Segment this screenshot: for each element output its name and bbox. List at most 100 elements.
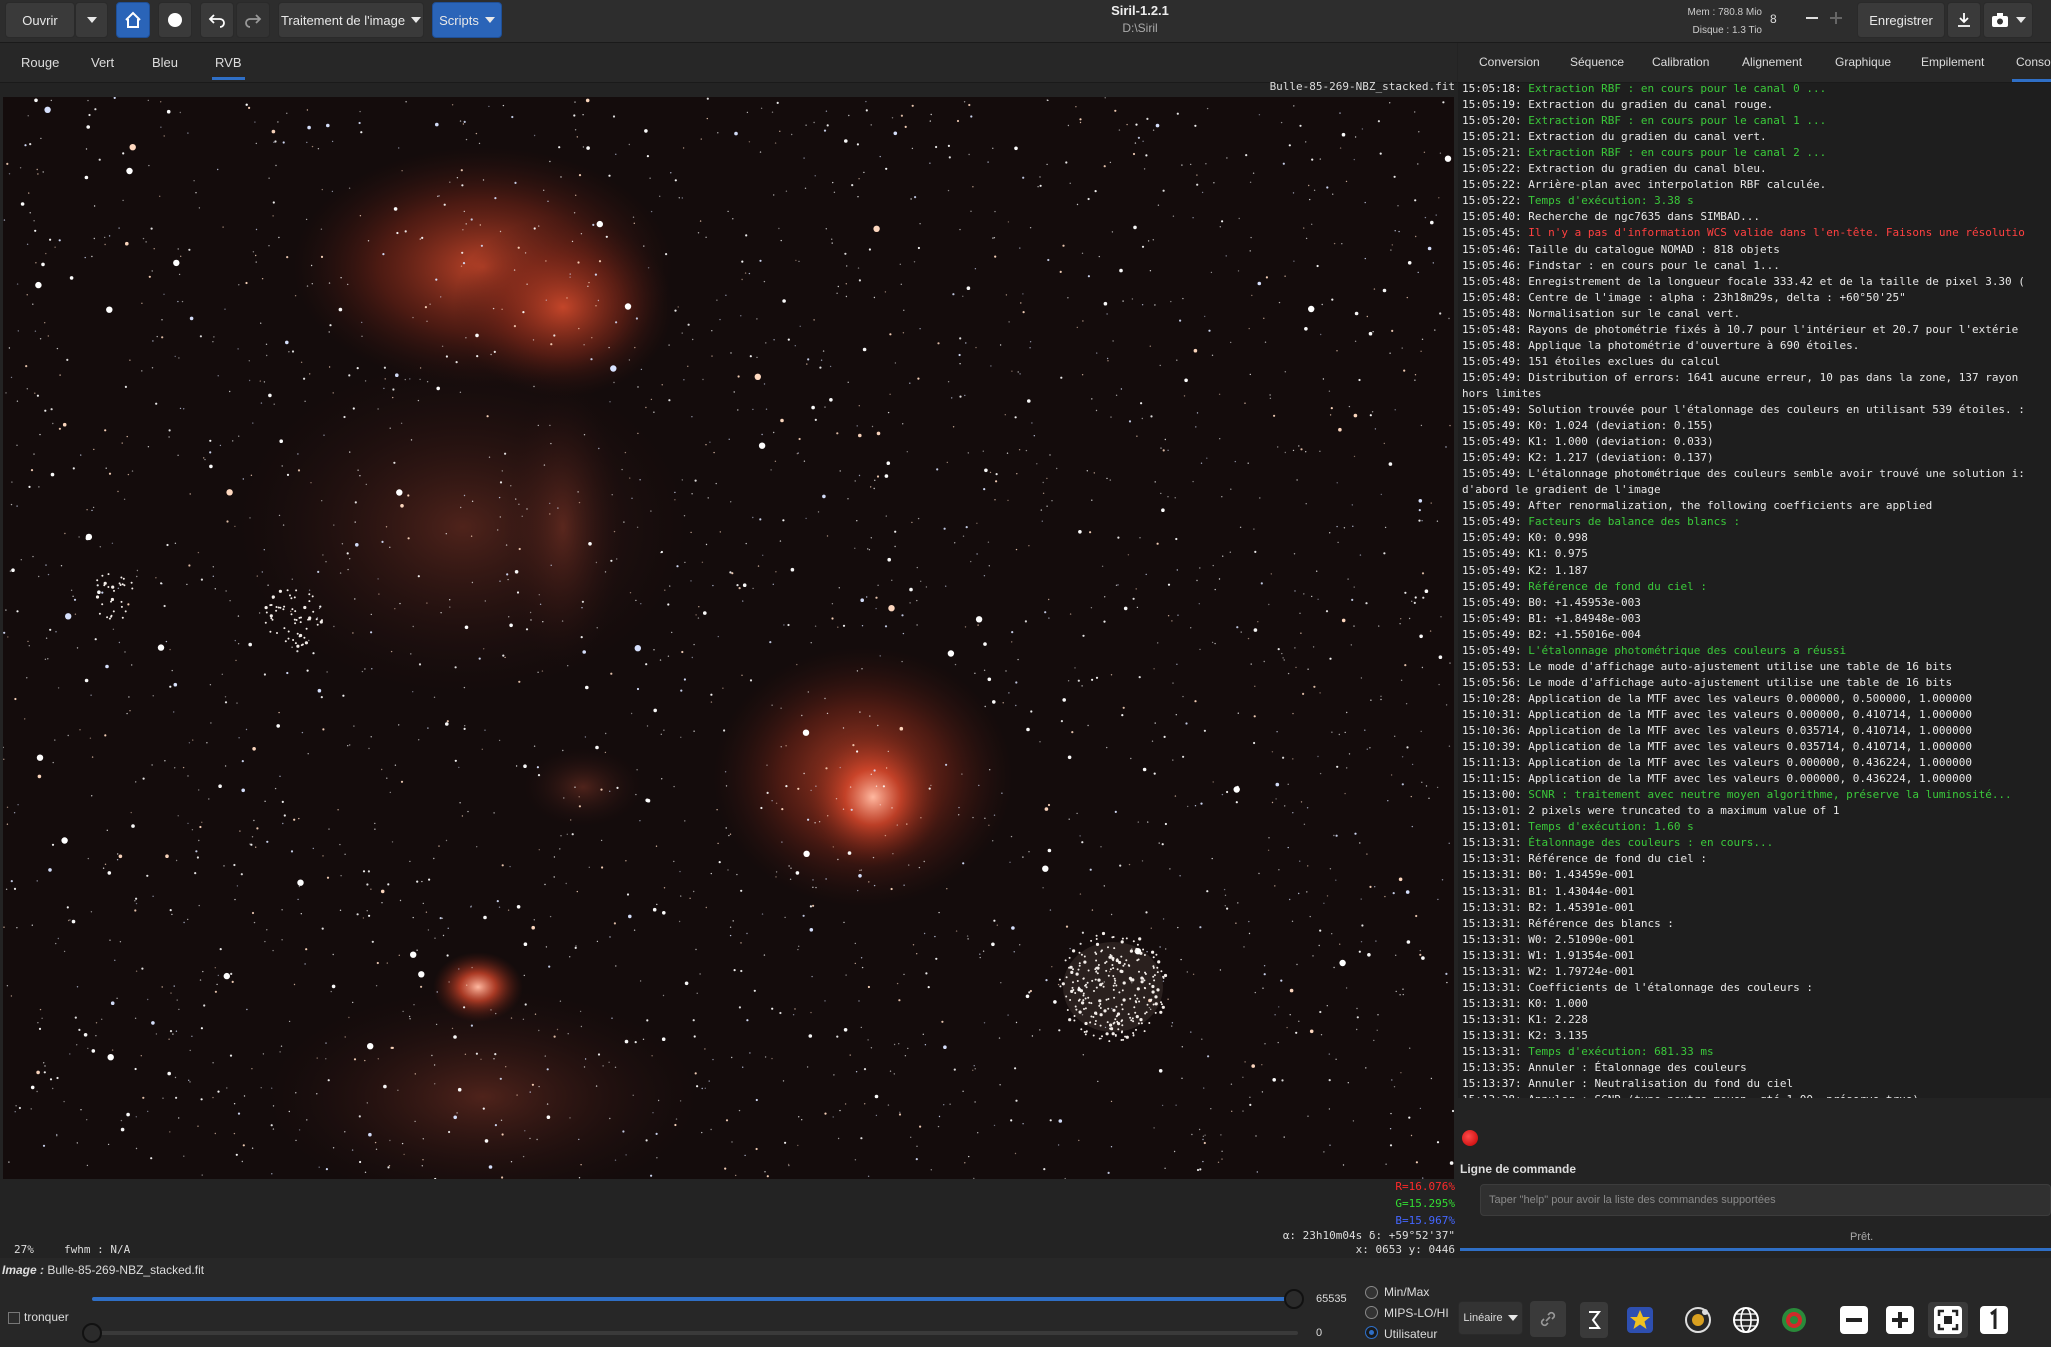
console-message: Extraction RBF : en cours pour le canal … xyxy=(1528,146,1827,160)
open-recent-dropdown[interactable] xyxy=(75,2,108,38)
high-slider-track[interactable] xyxy=(92,1297,1298,1301)
zoom-fit-button[interactable] xyxy=(1928,1302,1968,1338)
open-button[interactable]: Ouvrir xyxy=(5,2,75,38)
sky-coordinates: α: 23h10m04s δ: +59°52'37" xyxy=(1282,1229,1455,1242)
console-line: 15:05:49: Facteurs de balance des blancs… xyxy=(1462,514,1740,530)
radio-minmax[interactable] xyxy=(1365,1286,1378,1299)
tab-blue[interactable]: Bleu xyxy=(152,55,178,70)
image-file: Bulle-85-269-NBZ_stacked.fit xyxy=(47,1263,205,1277)
console-message: B1: +1.84948e-003 xyxy=(1528,611,1641,625)
console-line: 15:13:31: W1: 1.91354e-001 xyxy=(1462,948,1634,964)
console-line: 15:13:00: SCNR : traitement avec neutre … xyxy=(1462,787,2012,803)
radio-mips[interactable] xyxy=(1365,1306,1378,1319)
console-timestamp: 15:05:49: xyxy=(1462,595,1522,609)
tab-red[interactable]: Rouge xyxy=(21,55,59,70)
plate-solve-button[interactable] xyxy=(1728,1302,1764,1338)
console-timestamp: 15:05:46: xyxy=(1462,242,1522,256)
console-timestamp: 15:05:49: xyxy=(1462,611,1522,625)
tab-calibration[interactable]: Calibration xyxy=(1652,55,1709,69)
console-timestamp: 15:05:22: xyxy=(1462,178,1522,192)
scripts-menu[interactable]: Scripts xyxy=(432,2,502,38)
console-timestamp: 15:13:31: xyxy=(1462,1045,1522,1058)
console-line: 15:13:31: K2: 3.135 xyxy=(1462,1028,1588,1044)
console-line: 15:05:49: K0: 1.024 (deviation: 0.155) xyxy=(1462,418,1714,434)
zoom-in-button[interactable] xyxy=(1882,1302,1918,1338)
console-message: Référence des blancs : xyxy=(1528,916,1674,930)
annotate-button[interactable] xyxy=(1680,1302,1716,1338)
tab-green[interactable]: Vert xyxy=(91,55,114,70)
pixel-coordinates: x: 0653 y: 0446 xyxy=(1355,1243,1455,1256)
chevron-down-icon xyxy=(2016,17,2026,23)
console-line: d'abord le gradient de l'image xyxy=(1462,482,1661,498)
header-bar: Ouvrir Traitement de l'image Scripts Sir… xyxy=(0,0,2051,43)
zoom-in-icon xyxy=(1886,1306,1914,1334)
star-detection-button[interactable] xyxy=(1622,1302,1658,1338)
radio-user[interactable] xyxy=(1365,1326,1378,1339)
photometry-button[interactable] xyxy=(1580,1302,1608,1338)
save-as-button[interactable] xyxy=(1947,2,1981,38)
image-processing-menu[interactable]: Traitement de l'image xyxy=(278,2,424,38)
console-message: W2: 1.79724e-001 xyxy=(1528,964,1635,978)
console-message: Application de la MTF avec les valeurs 0… xyxy=(1528,707,1972,721)
console-line: 15:05:21: Extraction RBF : en cours pour… xyxy=(1462,145,1826,161)
redo-button[interactable] xyxy=(236,2,270,38)
console-line: 15:05:49: K2: 1.217 (deviation: 0.137) xyxy=(1462,450,1714,466)
console-line: 15:05:49: K0: 0.998 xyxy=(1462,530,1588,546)
command-input[interactable] xyxy=(1480,1184,2051,1216)
snapshot-button[interactable] xyxy=(1983,2,2033,38)
console-message: Coefficients de l'étalonnage des couleur… xyxy=(1528,980,1814,994)
console-message: K0: 1.024 (deviation: 0.155) xyxy=(1528,419,1714,433)
console-line: 15:05:45: Il n'y a pas d'information WCS… xyxy=(1462,225,2025,241)
tab-conversion[interactable]: Conversion xyxy=(1479,55,1540,69)
home-button[interactable] xyxy=(116,2,150,38)
link-channels-button[interactable] xyxy=(1530,1301,1566,1337)
console-log[interactable]: 15:05:18: Extraction RBF : en cours pour… xyxy=(1458,83,2051,1098)
console-line: 15:05:20: Extraction RBF : en cours pour… xyxy=(1462,113,1826,129)
pixel-b-value: B=15.967% xyxy=(1395,1214,1455,1227)
low-slider-handle[interactable] xyxy=(82,1323,102,1343)
console-message: K1: 2.228 xyxy=(1528,1012,1588,1026)
console-timestamp: 15:13:31: xyxy=(1462,852,1522,866)
low-slider-track[interactable] xyxy=(92,1331,1298,1335)
console-timestamp: 15:05:49: xyxy=(1462,419,1522,433)
high-value[interactable]: 65535 xyxy=(1316,1293,1347,1305)
console-timestamp: 15:13:31: xyxy=(1462,1012,1522,1026)
zoom-one-button[interactable] xyxy=(1976,1302,2012,1338)
tab-alignment[interactable]: Alignement xyxy=(1742,55,1802,69)
target-button[interactable] xyxy=(1776,1302,1812,1338)
tab-stacking[interactable]: Empilement xyxy=(1921,55,1984,69)
console-timestamp: 15:10:36: xyxy=(1462,724,1522,737)
console-message: B0: +1.45953e-003 xyxy=(1528,595,1641,609)
image-view[interactable] xyxy=(3,97,1454,1179)
stretch-mode-dropdown[interactable]: Linéaire xyxy=(1458,1301,1523,1335)
tab-graph[interactable]: Graphique xyxy=(1835,55,1891,69)
truncate-label: tronquer xyxy=(24,1310,69,1324)
save-button[interactable]: Enregistrer xyxy=(1857,2,1945,38)
threads-increase-button[interactable] xyxy=(1828,10,1850,30)
zoom-out-button[interactable] xyxy=(1836,1302,1872,1338)
console-message: Findstar : en cours pour le canal 1... xyxy=(1528,258,1780,272)
threads-decrease-button[interactable] xyxy=(1804,10,1826,30)
stop-button[interactable] xyxy=(1462,1130,1478,1146)
chevron-down-icon xyxy=(411,17,422,23)
undo-button[interactable] xyxy=(200,2,234,38)
console-timestamp: 15:05:18: xyxy=(1462,83,1522,95)
truncate-checkbox[interactable] xyxy=(8,1312,20,1324)
fit-icon xyxy=(1934,1306,1962,1334)
console-timestamp: 15:10:39: xyxy=(1462,740,1522,754)
console-line: 15:05:49: K1: 0.975 xyxy=(1462,546,1588,562)
livestack-button[interactable] xyxy=(158,2,192,38)
low-value[interactable]: 0 xyxy=(1316,1327,1322,1339)
circle-icon xyxy=(168,13,182,27)
tab-sequence[interactable]: Séquence xyxy=(1570,55,1624,69)
high-slider-handle[interactable] xyxy=(1284,1289,1304,1309)
threads-count[interactable]: 8 xyxy=(1770,12,1777,26)
tab-console[interactable]: Console xyxy=(2011,55,2051,82)
tab-rgb[interactable]: RVB xyxy=(212,55,244,80)
console-timestamp: 15:10:31: xyxy=(1462,707,1522,721)
console-message: B1: 1.43044e-001 xyxy=(1528,884,1635,898)
console-line: 15:05:49: Distribution of errors: 1641 a… xyxy=(1462,370,2018,386)
console-line: 15:05:22: Temps d'exécution: 3.38 s xyxy=(1462,193,1694,209)
astro-image xyxy=(3,97,1454,1179)
console-timestamp: 15:05:49: xyxy=(1462,354,1522,368)
